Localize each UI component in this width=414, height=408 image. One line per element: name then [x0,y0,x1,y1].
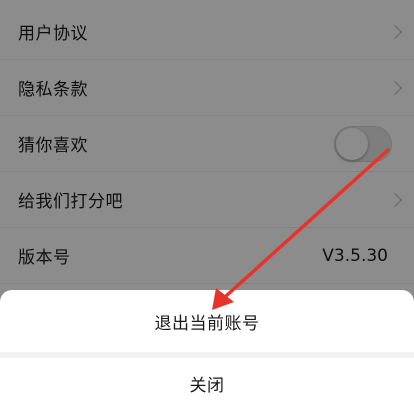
action-sheet: 退出当前账号 关闭 [0,290,414,408]
close-button[interactable]: 关闭 [0,358,414,408]
logout-button[interactable]: 退出当前账号 [0,290,414,352]
